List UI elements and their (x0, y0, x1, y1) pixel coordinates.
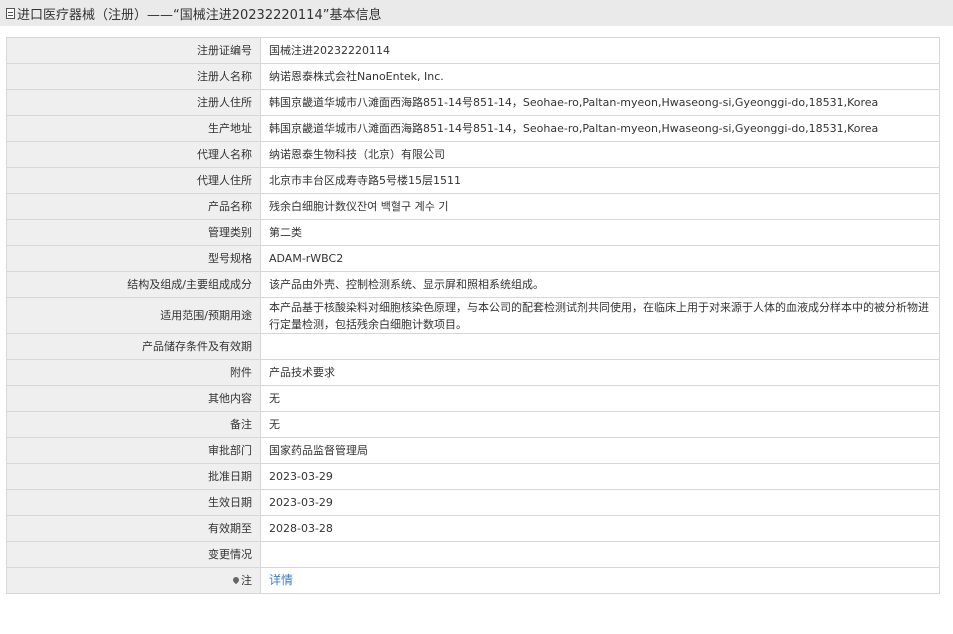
row-value: 2023-03-29 (260, 463, 940, 490)
row-label: 其他内容 (6, 385, 261, 412)
table-row: 型号规格 ADAM-rWBC2 (6, 245, 940, 272)
table-row: 代理人住所 北京市丰台区成寿寺路5号楼15层1511 (6, 167, 940, 194)
row-label: 附件 (6, 359, 261, 386)
row-value: 韩国京畿道华城市八滩面西海路851-14号851-14，Seohae-ro,Pa… (260, 89, 940, 116)
table-row: 生产地址 韩国京畿道华城市八滩面西海路851-14号851-14，Seohae-… (6, 115, 940, 142)
details-link[interactable]: 详情 (269, 573, 293, 587)
table-row: 适用范围/预期用途 本产品基于核酸染料对细胞核染色原理，与本公司的配套检测试剂共… (6, 297, 940, 334)
row-label: 结构及组成/主要组成成分 (6, 271, 261, 298)
detail-table: 注册证编号 国械注进20232220114 注册人名称 纳诺恩泰株式会社Nano… (6, 37, 940, 594)
row-label: 型号规格 (6, 245, 261, 272)
row-value: 2028-03-28 (260, 515, 940, 542)
row-label: 适用范围/预期用途 (6, 297, 261, 334)
row-value: 无 (260, 385, 940, 412)
row-label: 生产地址 (6, 115, 261, 142)
row-value: 2023-03-29 (260, 489, 940, 516)
table-row: 产品名称 残余白细胞计数仪잔여 백혈구 계수 기 (6, 193, 940, 220)
row-label: 有效期至 (6, 515, 261, 542)
row-label: 备注 (6, 411, 261, 438)
row-label: 代理人名称 (6, 141, 261, 168)
document-icon (6, 7, 15, 19)
table-row: 产品储存条件及有效期 (6, 333, 940, 360)
note-label: 注 (241, 574, 252, 587)
row-value: 北京市丰台区成寿寺路5号楼15层1511 (260, 167, 940, 194)
row-label: 产品储存条件及有效期 (6, 333, 261, 360)
row-label: 变更情况 (6, 541, 261, 568)
table-row: 有效期至 2028-03-28 (6, 515, 940, 542)
table-row: 变更情况 (6, 541, 940, 568)
table-row: 审批部门 国家药品监督管理局 (6, 437, 940, 464)
table-row: 代理人名称 纳诺恩泰生物科技（北京）有限公司 (6, 141, 940, 168)
row-value: 韩国京畿道华城市八滩面西海路851-14号851-14，Seohae-ro,Pa… (260, 115, 940, 142)
row-value: 该产品由外壳、控制检测系统、显示屏和照相系统组成。 (260, 271, 940, 298)
row-value: 产品技术要求 (260, 359, 940, 386)
page-header: 进口医疗器械（注册）——“国械注进20232220114”基本信息 (0, 0, 953, 26)
row-value: 第二类 (260, 219, 940, 246)
table-row: 管理类别 第二类 (6, 219, 940, 246)
table-row: 附件 产品技术要求 (6, 359, 940, 386)
page-title: 进口医疗器械（注册）——“国械注进20232220114”基本信息 (17, 7, 382, 23)
row-value: 残余白细胞计数仪잔여 백혈구 계수 기 (260, 193, 940, 220)
table-row: 注册人住所 韩国京畿道华城市八滩面西海路851-14号851-14，Seohae… (6, 89, 940, 116)
note-label-cell: 注 (6, 567, 261, 594)
note-row: 注 详情 (6, 567, 940, 594)
row-value: 无 (260, 411, 940, 438)
row-label: 注册人名称 (6, 63, 261, 90)
row-value: 纳诺恩泰株式会社NanoEntek, Inc. (260, 63, 940, 90)
note-value-cell: 详情 (260, 567, 940, 594)
row-value (260, 541, 940, 568)
row-label: 注册人住所 (6, 89, 261, 116)
table-row: 备注 无 (6, 411, 940, 438)
row-value (260, 333, 940, 360)
row-label: 代理人住所 (6, 167, 261, 194)
row-label: 注册证编号 (6, 37, 261, 64)
row-label: 批准日期 (6, 463, 261, 490)
row-value: ADAM-rWBC2 (260, 245, 940, 272)
table-row: 注册人名称 纳诺恩泰株式会社NanoEntek, Inc. (6, 63, 940, 90)
table-row: 结构及组成/主要组成成分 该产品由外壳、控制检测系统、显示屏和照相系统组成。 (6, 271, 940, 298)
row-value: 国械注进20232220114 (260, 37, 940, 64)
row-label: 生效日期 (6, 489, 261, 516)
pin-icon (231, 575, 241, 585)
table-row: 其他内容 无 (6, 385, 940, 412)
row-label: 产品名称 (6, 193, 261, 220)
table-row: 批准日期 2023-03-29 (6, 463, 940, 490)
row-label: 审批部门 (6, 437, 261, 464)
table-row: 注册证编号 国械注进20232220114 (6, 37, 940, 64)
table-row: 生效日期 2023-03-29 (6, 489, 940, 516)
row-label: 管理类别 (6, 219, 261, 246)
row-value: 本产品基于核酸染料对细胞核染色原理，与本公司的配套检测试剂共同使用，在临床上用于… (260, 297, 940, 334)
row-value: 纳诺恩泰生物科技（北京）有限公司 (260, 141, 940, 168)
row-value: 国家药品监督管理局 (260, 437, 940, 464)
